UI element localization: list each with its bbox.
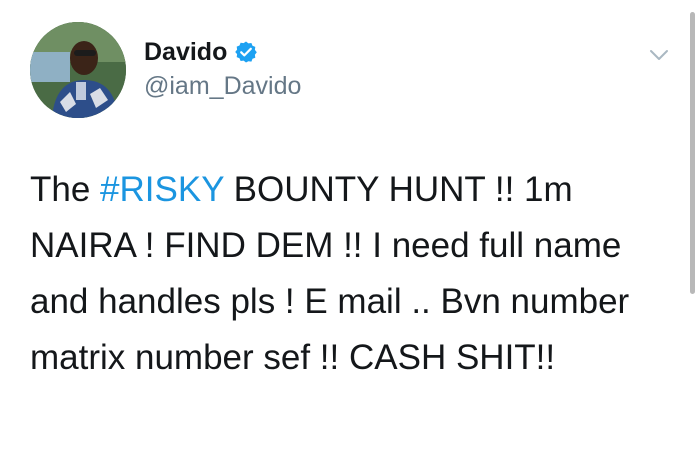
scrollbar[interactable]	[690, 12, 695, 294]
tweet-text: The #RISKY BOUNTY HUNT !! 1m NAIRA ! FIN…	[30, 162, 670, 386]
author-name-row[interactable]: Davido	[144, 36, 258, 68]
hashtag-link[interactable]: #RISKY	[100, 170, 224, 209]
avatar-photo	[30, 22, 126, 118]
user-handle[interactable]: @iam_Davido	[144, 70, 301, 102]
avatar[interactable]	[30, 22, 126, 118]
chevron-down-icon[interactable]	[648, 44, 670, 66]
verified-badge-icon	[235, 41, 258, 63]
display-name[interactable]: Davido	[144, 36, 227, 68]
tweet-card: Davido @iam_Davido The #RISKY BOUNTY HUN…	[0, 0, 699, 471]
tweet-text-prefix: The	[30, 170, 101, 209]
